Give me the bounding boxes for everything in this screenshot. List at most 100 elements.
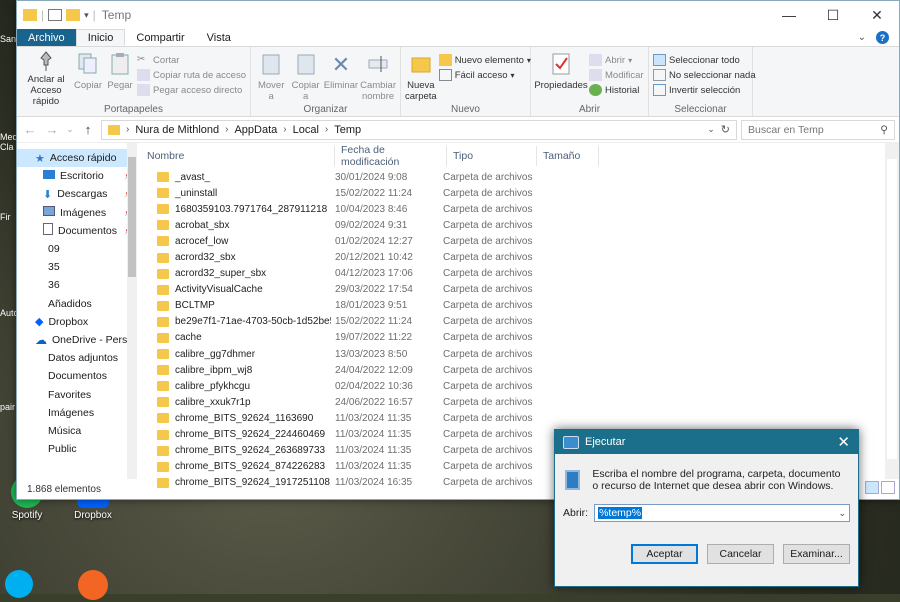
tab-archivo[interactable]: Archivo xyxy=(17,29,76,46)
cancel-button[interactable]: Cancelar xyxy=(707,544,774,564)
nav-item[interactable]: Favorites xyxy=(17,385,137,403)
select-all-button[interactable]: Seleccionar todo xyxy=(653,54,756,66)
file-row[interactable]: BCLTMP 18/01/2023 9:51 Carpeta de archivos xyxy=(137,298,899,314)
copy-path-button[interactable]: Copiar ruta de acceso xyxy=(137,69,246,81)
run-command-input[interactable]: %temp% ⌄ xyxy=(594,504,850,522)
copy-to-button[interactable]: Copiar a xyxy=(289,50,321,102)
folder-icon xyxy=(157,332,169,343)
folder-icon xyxy=(157,429,169,440)
nav-scrollbar[interactable] xyxy=(127,143,137,479)
new-item-button[interactable]: Nuevo elemento ▾ xyxy=(438,54,531,66)
file-row[interactable]: 1680359103.7971764_287911218 10/04/2023 8… xyxy=(137,201,899,217)
tab-compartir[interactable]: Compartir xyxy=(125,29,195,46)
paste-shortcut-button[interactable]: Pegar acceso directo xyxy=(137,84,246,96)
file-row[interactable]: be29e7f1-71ae-4703-50cb-1d52be512f51 15/0… xyxy=(137,314,899,330)
ok-button[interactable]: Aceptar xyxy=(631,544,698,564)
desktop-icon-bottom-1[interactable] xyxy=(4,570,34,600)
breadcrumb-item[interactable]: Nura de Mithlond xyxy=(135,124,219,136)
file-row[interactable]: _uninstall 15/02/2022 11:24 Carpeta de arc… xyxy=(137,185,899,201)
file-row[interactable]: _avast_ 30/01/2024 9:08 Carpeta de archivo… xyxy=(137,169,899,185)
file-list-scrollbar[interactable] xyxy=(885,143,899,479)
select-none-button[interactable]: No seleccionar nada xyxy=(653,69,756,81)
nav-item[interactable]: Música xyxy=(17,422,137,440)
breadcrumb-item[interactable]: Temp xyxy=(334,124,361,136)
nav-item[interactable]: 09 xyxy=(17,240,137,258)
nav-item[interactable]: ☁ OneDrive - Person xyxy=(17,331,137,349)
customize-qat-icon[interactable]: ▾ xyxy=(84,10,89,21)
column-header-type[interactable]: Tipo xyxy=(447,146,537,166)
file-row[interactable]: calibre_ibpm_wj8 24/04/2022 12:09 Carpeta … xyxy=(137,362,899,378)
delete-button[interactable]: ✕ Eliminar xyxy=(324,50,358,102)
nav-item[interactable]: Añadidos xyxy=(17,295,137,313)
properties-icon[interactable] xyxy=(48,9,63,21)
nav-item[interactable]: Public xyxy=(17,440,137,458)
up-button[interactable]: ↑ xyxy=(79,122,97,137)
pin-quick-access-button[interactable]: Anclar al Acceso rápido xyxy=(21,50,71,107)
copy-button[interactable]: Copiar xyxy=(73,50,103,102)
desktop-icon-bottom-2[interactable] xyxy=(76,570,110,602)
nav-item[interactable]: Documentos📌 xyxy=(17,222,137,240)
nav-item[interactable]: 36 xyxy=(17,276,137,294)
run-close-button[interactable]: ✕ xyxy=(837,433,850,451)
nav-item[interactable]: Documentos xyxy=(17,367,137,385)
nav-item[interactable]: ★ Acceso rápido xyxy=(17,149,137,168)
browse-button[interactable]: Examinar... xyxy=(783,544,850,564)
file-explorer-window: | ▾ | Temp — ☐ ✕ Archivo Inicio Comparti… xyxy=(16,0,900,500)
address-bar[interactable]: › Nura de Mithlond › AppData › Local › T… xyxy=(101,119,737,140)
desktop-label: pair xyxy=(0,402,16,412)
details-view-button[interactable] xyxy=(865,481,879,494)
file-row[interactable]: cache 19/07/2022 11:22 Carpeta de archivos xyxy=(137,330,899,346)
properties-button[interactable]: Propiedades xyxy=(534,50,588,102)
open-button[interactable]: Abrir ▾ xyxy=(589,54,644,66)
chevron-down-icon[interactable]: ⌄ xyxy=(838,508,846,519)
file-row[interactable]: acrord32_super_sbx 04/12/2023 17:06 Carpet… xyxy=(137,266,899,282)
breadcrumb-item[interactable]: Local xyxy=(293,124,319,136)
column-header-size[interactable]: Tamaño xyxy=(537,146,599,166)
history-button[interactable]: Historial xyxy=(589,84,644,96)
paste-button[interactable]: Pegar xyxy=(105,50,135,102)
new-folder-button[interactable]: Nueva carpeta xyxy=(405,50,437,102)
tab-inicio[interactable]: Inicio xyxy=(75,29,126,46)
file-row[interactable]: acrord32_sbx 20/12/2021 10:42 Carpeta de a… xyxy=(137,249,899,265)
breadcrumb-item[interactable]: AppData xyxy=(234,124,277,136)
rename-button[interactable]: Cambiar nombre xyxy=(360,50,396,102)
forward-button[interactable]: → xyxy=(43,122,61,137)
column-header-name[interactable]: Nombre xyxy=(137,146,335,166)
close-button[interactable]: ✕ xyxy=(855,1,899,29)
new-folder-icon[interactable] xyxy=(66,9,81,21)
back-button[interactable]: ← xyxy=(21,122,39,137)
cut-button[interactable]: ✂ Cortar xyxy=(137,54,246,66)
large-icons-view-button[interactable] xyxy=(881,481,895,494)
nav-item[interactable]: Imágenes📌 xyxy=(17,204,137,222)
file-row[interactable]: acrocef_low 01/02/2024 12:27 Carpeta de ar… xyxy=(137,233,899,249)
help-icon[interactable]: ? xyxy=(876,31,889,44)
recent-locations-button[interactable]: ⌄ xyxy=(65,124,75,135)
easy-access-button[interactable]: Fácil acceso ▾ xyxy=(438,69,531,81)
expand-ribbon-icon[interactable]: ⌄ xyxy=(858,32,866,43)
nav-item[interactable]: ◆ Dropbox xyxy=(17,313,137,331)
file-row[interactable]: chrome_BITS_92624_1163690 11/03/2024 11:3… xyxy=(137,410,899,426)
invert-selection-button[interactable]: Invertir selección xyxy=(653,84,756,96)
address-dropdown-icon[interactable]: ⌄ xyxy=(707,124,715,135)
move-icon xyxy=(257,50,285,78)
copy-label: Copiar xyxy=(74,80,103,91)
move-to-button[interactable]: Mover a xyxy=(255,50,287,102)
tab-vista[interactable]: Vista xyxy=(196,29,242,46)
nav-item[interactable]: Datos adjuntos xyxy=(17,349,137,367)
file-row[interactable]: acrobat_sbx 09/02/2024 9:31 Carpeta de arc… xyxy=(137,217,899,233)
nav-item[interactable]: 35 xyxy=(17,258,137,276)
maximize-button[interactable]: ☐ xyxy=(811,1,855,29)
nav-item[interactable]: Escritorio📌 xyxy=(17,167,137,185)
file-row[interactable]: calibre_xxuk7r1p 24/06/2022 16:57 Carpeta … xyxy=(137,394,899,410)
refresh-icon[interactable]: ↻ xyxy=(721,123,730,136)
file-row[interactable]: calibre_gg7dhmer 13/03/2023 8:50 Carpeta d… xyxy=(137,346,899,362)
minimize-button[interactable]: — xyxy=(767,1,811,29)
file-date: 11/03/2024 11:35 xyxy=(335,461,412,473)
search-input[interactable]: Buscar en Temp ⚲ xyxy=(741,119,895,140)
nav-item[interactable]: ⬇Descargas📌 xyxy=(17,185,137,203)
file-row[interactable]: ActivityVisualCache 29/03/2022 17:54 Carpe… xyxy=(137,282,899,298)
nav-item[interactable]: Imágenes xyxy=(17,404,137,422)
file-row[interactable]: calibre_pfykhcgu 02/04/2022 10:36 Carpeta … xyxy=(137,378,899,394)
edit-button[interactable]: Modificar xyxy=(589,69,644,81)
column-header-date[interactable]: Fecha de modificación xyxy=(335,144,447,168)
